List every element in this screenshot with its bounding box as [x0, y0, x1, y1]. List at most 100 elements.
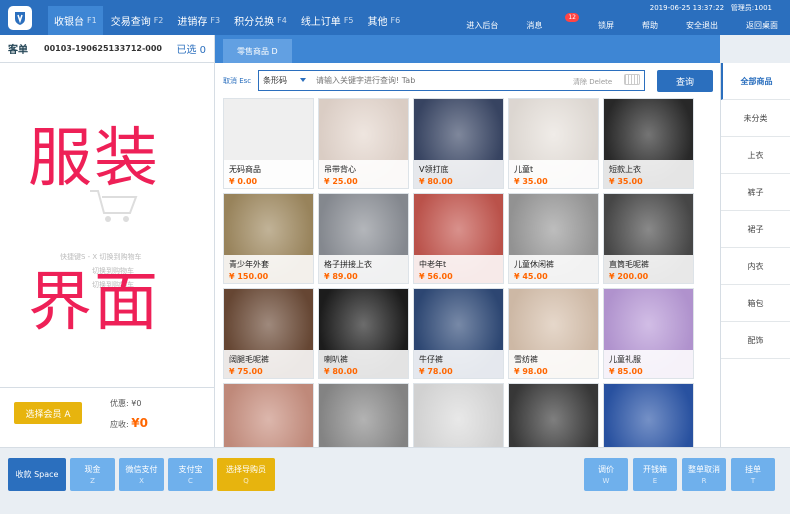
action-button[interactable]: 挂单 T [731, 458, 775, 491]
product-price: ¥ 89.00 [324, 272, 358, 281]
product-card[interactable] [413, 383, 504, 447]
product-card[interactable]: 中老年t ¥ 56.00 [413, 193, 504, 284]
category-item[interactable]: 裤子 [721, 174, 790, 211]
product-card[interactable]: 格子拼接上衣 ¥ 89.00 [318, 193, 409, 284]
category-item[interactable]: 裙子 [721, 211, 790, 248]
product-image [414, 384, 503, 447]
button-label: 开钱箱 [643, 465, 667, 474]
nav-tab[interactable]: 收银台 F1 [48, 6, 103, 35]
button-label: 微信支付 [125, 465, 158, 474]
nav-tab[interactable]: 进销存 F3 [171, 6, 226, 35]
product-image [319, 384, 408, 447]
product-price: ¥ 0.00 [229, 177, 258, 186]
product-caption: 儿童休闲裤 ¥ 45.00 [509, 255, 598, 283]
product-name: 吊带背心 [324, 165, 356, 174]
product-card[interactable] [603, 383, 694, 447]
product-card[interactable] [223, 383, 314, 447]
top-link[interactable]: 进入后台 [452, 20, 498, 31]
product-card[interactable]: V领打底 ¥ 80.00 [413, 98, 504, 189]
nav-tab-label: 线上订单 [300, 17, 341, 28]
search-type-select[interactable]: 条形码 [258, 70, 311, 91]
nav-tab[interactable]: 积分兑换 F4 [228, 6, 293, 35]
payment-button[interactable]: 支付宝 C [168, 458, 213, 491]
payment-button[interactable]: 选择导购员 Q [217, 458, 275, 491]
product-caption: 无码商品 ¥ 0.00 [224, 160, 313, 188]
product-caption: 吊带背心 ¥ 25.00 [319, 160, 408, 188]
product-price: ¥ 85.00 [609, 367, 643, 376]
product-card[interactable]: 喇叭裤 ¥ 80.00 [318, 288, 409, 379]
product-image [224, 384, 313, 447]
product-name: 短款上衣 [609, 165, 641, 174]
query-button[interactable]: 查询 [657, 70, 713, 92]
top-link[interactable]: 返回桌面 [732, 20, 778, 31]
product-card[interactable] [318, 383, 409, 447]
top-link[interactable]: 帮助 [628, 20, 658, 31]
product-card[interactable]: 吊带背心 ¥ 25.00 [318, 98, 409, 189]
nav-tab-label: 进销存 [177, 17, 208, 28]
select-member-button[interactable]: 选择会员 A [14, 402, 82, 424]
action-button[interactable]: 开钱箱 E [633, 458, 677, 491]
button-key: R [701, 477, 707, 485]
product-name: V领打底 [419, 165, 449, 174]
category-sidebar: 全部商品 未分类 上衣 裤子 裙子 内衣 箱包 配饰 [720, 63, 790, 447]
button-key: Z [90, 477, 95, 485]
button-label: 选择导购员 [226, 465, 266, 474]
selected-count: 已选 0 [176, 45, 206, 56]
order-label: 客单 [8, 45, 28, 56]
keyboard-icon[interactable] [624, 74, 640, 85]
payment-button[interactable]: 现金 Z [70, 458, 115, 491]
tab-retail-products[interactable]: 零售商品 D [223, 39, 292, 63]
category-item[interactable]: 上衣 [721, 137, 790, 174]
payment-button[interactable]: 微信支付 X [119, 458, 164, 491]
product-price: ¥ 78.00 [419, 367, 453, 376]
category-item[interactable]: 配饰 [721, 322, 790, 359]
product-price: ¥ 150.00 [229, 272, 269, 281]
product-name: 阔腿毛呢裤 [229, 355, 269, 364]
nav-tab-key: F4 [277, 16, 287, 25]
nav-tab[interactable]: 交易查询 F2 [105, 6, 170, 35]
category-item[interactable]: 箱包 [721, 285, 790, 322]
order-panel: 客单 00103-190625133712-000 已选 0 服装 快捷键S -… [0, 35, 215, 447]
product-image [509, 384, 598, 447]
product-card[interactable]: 儿童休闲裤 ¥ 45.00 [508, 193, 599, 284]
action-button[interactable]: 整单取消 R [682, 458, 726, 491]
product-card[interactable]: 阔腿毛呢裤 ¥ 75.00 [223, 288, 314, 379]
product-name: 牛仔裤 [419, 355, 443, 364]
top-link[interactable]: 消息 12 [512, 13, 579, 31]
top-link[interactable]: 锁屏 [584, 20, 614, 31]
product-name: 儿童t [514, 165, 534, 174]
product-card[interactable] [508, 383, 599, 447]
amount-due-value: ¥0 [131, 416, 148, 430]
product-card[interactable]: 直筒毛呢裤 ¥ 200.00 [603, 193, 694, 284]
clear-search-button[interactable]: 清除 Delete [573, 77, 612, 87]
category-item[interactable]: 未分类 [721, 100, 790, 137]
product-card[interactable]: 儿童礼服 ¥ 85.00 [603, 288, 694, 379]
category-item[interactable]: 内衣 [721, 248, 790, 285]
product-price: ¥ 98.00 [514, 367, 548, 376]
nav-tab-key: F1 [87, 16, 97, 25]
product-card[interactable]: 短款上衣 ¥ 35.00 [603, 98, 694, 189]
nav-tab[interactable]: 线上订单 F5 [295, 6, 360, 35]
payment-button[interactable]: 收款 Space [8, 458, 66, 491]
nav-tab[interactable]: 其他 F6 [362, 6, 407, 35]
product-name: 直筒毛呢裤 [609, 260, 649, 269]
datetime-text: 2019-06-25 13:37:22 [649, 4, 725, 12]
top-link[interactable]: 安全退出 [672, 20, 718, 31]
product-card[interactable]: 无码商品 ¥ 0.00 [223, 98, 314, 189]
product-card[interactable]: 儿童t ¥ 35.00 [508, 98, 599, 189]
search-row: 取消 Esc 条形码 清除 Delete 查询 [215, 63, 720, 97]
amount-due: 应收: ¥0 [110, 416, 148, 430]
product-price: ¥ 35.00 [514, 177, 548, 186]
cancel-search-button[interactable]: 取消 Esc [223, 76, 251, 86]
main-nav-tabs: 收银台 F1 交易查询 F2 进销存 F3 积分兑换 F4 线上订单 F5 其他 F6 [48, 6, 408, 35]
product-card[interactable]: 牛仔裤 ¥ 78.00 [413, 288, 504, 379]
product-card[interactable]: 青少年外套 ¥ 150.00 [223, 193, 314, 284]
action-button[interactable]: 调价 W [584, 458, 628, 491]
nav-tab-label: 交易查询 [110, 17, 151, 28]
category-item[interactable]: 全部商品 [721, 63, 790, 100]
product-name: 无码商品 [229, 165, 261, 174]
product-caption: V领打底 ¥ 80.00 [414, 160, 503, 188]
product-card[interactable]: 雪纺裤 ¥ 98.00 [508, 288, 599, 379]
product-name: 儿童礼服 [609, 355, 641, 364]
product-name: 格子拼接上衣 [324, 260, 372, 269]
